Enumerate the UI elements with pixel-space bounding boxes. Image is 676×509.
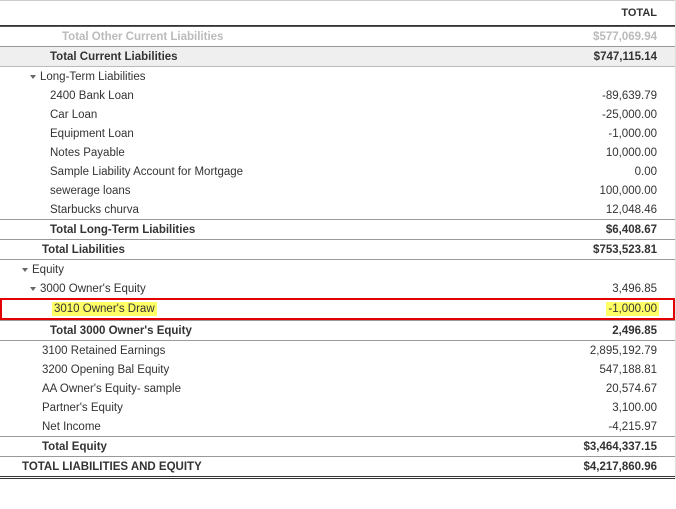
row-label: Sample Liability Account for Mortgage [0, 166, 635, 178]
row-label: 3000 Owner's Equity [40, 283, 146, 295]
row-value: -1,000.00 [606, 302, 659, 316]
row-value: 12,048.46 [606, 204, 657, 216]
chevron-down-icon[interactable] [22, 268, 28, 272]
row-value: $3,464,337.15 [583, 441, 657, 453]
row-value: $6,408.67 [606, 224, 657, 236]
sample-mortgage-row[interactable]: Sample Liability Account for Mortgage 0.… [0, 162, 675, 181]
row-label: 3010 Owner's Draw [52, 302, 157, 316]
total-liabilities-row[interactable]: Total Liabilities $753,523.81 [0, 240, 675, 260]
row-label: Equity [32, 264, 64, 276]
starbucks-row[interactable]: Starbucks churva 12,048.46 [0, 200, 675, 219]
row-value: 20,574.67 [606, 383, 657, 395]
row-label: 3200 Opening Bal Equity [0, 364, 599, 376]
net-income-row[interactable]: Net Income -4,215.97 [0, 417, 675, 436]
row-label: Notes Payable [0, 147, 606, 159]
equity-header-row[interactable]: Equity [0, 260, 675, 279]
total-equity-row[interactable]: Total Equity $3,464,337.15 [0, 436, 675, 457]
row-label: Total 3000 Owner's Equity [0, 325, 612, 337]
row-label: Total Liabilities [0, 244, 593, 256]
row-value: $4,217,860.96 [583, 461, 657, 473]
row-value: $747,115.14 [594, 51, 657, 63]
aa-owners-equity-row[interactable]: AA Owner's Equity- sample 20,574.67 [0, 379, 675, 398]
row-value: $577,069.94 [593, 31, 657, 43]
row-label: Partner's Equity [0, 402, 612, 414]
row-value: 547,188.81 [599, 364, 657, 376]
row-value: 3,100.00 [612, 402, 657, 414]
owners-draw-row[interactable]: 3010 Owner's Draw -1,000.00 [2, 300, 673, 318]
row-value: -4,215.97 [608, 421, 657, 433]
report-container: TOTAL Total Other Current Liabilities $5… [0, 0, 676, 479]
row-label: TOTAL LIABILITIES AND EQUITY [0, 461, 583, 473]
column-header-row: TOTAL [0, 0, 675, 26]
row-value: -89,639.79 [602, 90, 657, 102]
row-value: 100,000.00 [599, 185, 657, 197]
row-value: 10,000.00 [606, 147, 657, 159]
row-label: AA Owner's Equity- sample [0, 383, 606, 395]
row-label: Car Loan [0, 109, 602, 121]
owners-equity-header-row[interactable]: 3000 Owner's Equity 3,496.85 [0, 279, 675, 298]
sewerage-loans-row[interactable]: sewerage loans 100,000.00 [0, 181, 675, 200]
row-label: Total Long-Term Liabilities [0, 224, 606, 236]
row-label: Long-Term Liabilities [40, 71, 145, 83]
total-owners-equity-row[interactable]: Total 3000 Owner's Equity 2,496.85 [0, 320, 675, 341]
row-value: 3,496.85 [612, 283, 657, 295]
retained-earnings-row[interactable]: 3100 Retained Earnings 2,895,192.79 [0, 341, 675, 360]
row-label: Net Income [0, 421, 608, 433]
row-value: 2,496.85 [612, 325, 657, 337]
row-label: Starbucks churva [0, 204, 606, 216]
opening-bal-equity-row[interactable]: 3200 Opening Bal Equity 547,188.81 [0, 360, 675, 379]
total-other-current-liabilities-row[interactable]: Total Other Current Liabilities $577,069… [0, 26, 675, 47]
total-long-term-liabilities-row[interactable]: Total Long-Term Liabilities $6,408.67 [0, 219, 675, 240]
long-term-liabilities-header-row[interactable]: Long-Term Liabilities [0, 66, 675, 86]
car-loan-row[interactable]: Car Loan -25,000.00 [0, 105, 675, 124]
row-label: sewerage loans [0, 185, 599, 197]
notes-payable-row[interactable]: Notes Payable 10,000.00 [0, 143, 675, 162]
row-label: 2400 Bank Loan [0, 90, 602, 102]
chevron-down-icon[interactable] [30, 75, 36, 79]
row-label: Equipment Loan [0, 128, 608, 140]
partners-equity-row[interactable]: Partner's Equity 3,100.00 [0, 398, 675, 417]
row-value: -25,000.00 [602, 109, 657, 121]
row-label: Total Other Current Liabilities [0, 31, 593, 43]
row-label: 3100 Retained Earnings [0, 345, 590, 357]
bank-loan-row[interactable]: 2400 Bank Loan -89,639.79 [0, 86, 675, 105]
row-label: Total Equity [0, 441, 583, 453]
row-value: 0.00 [635, 166, 657, 178]
row-label: Total Current Liabilities [0, 51, 594, 63]
total-current-liabilities-row[interactable]: Total Current Liabilities $747,115.14 [0, 47, 675, 66]
equipment-loan-row[interactable]: Equipment Loan -1,000.00 [0, 124, 675, 143]
row-value: $753,523.81 [593, 244, 657, 256]
highlighted-owners-draw-box: 3010 Owner's Draw -1,000.00 [0, 298, 675, 320]
total-liabilities-and-equity-row[interactable]: TOTAL LIABILITIES AND EQUITY $4,217,860.… [0, 457, 675, 479]
total-column-header: TOTAL [621, 7, 657, 19]
row-value: 2,895,192.79 [590, 345, 657, 357]
chevron-down-icon[interactable] [30, 287, 36, 291]
row-value: -1,000.00 [608, 128, 657, 140]
